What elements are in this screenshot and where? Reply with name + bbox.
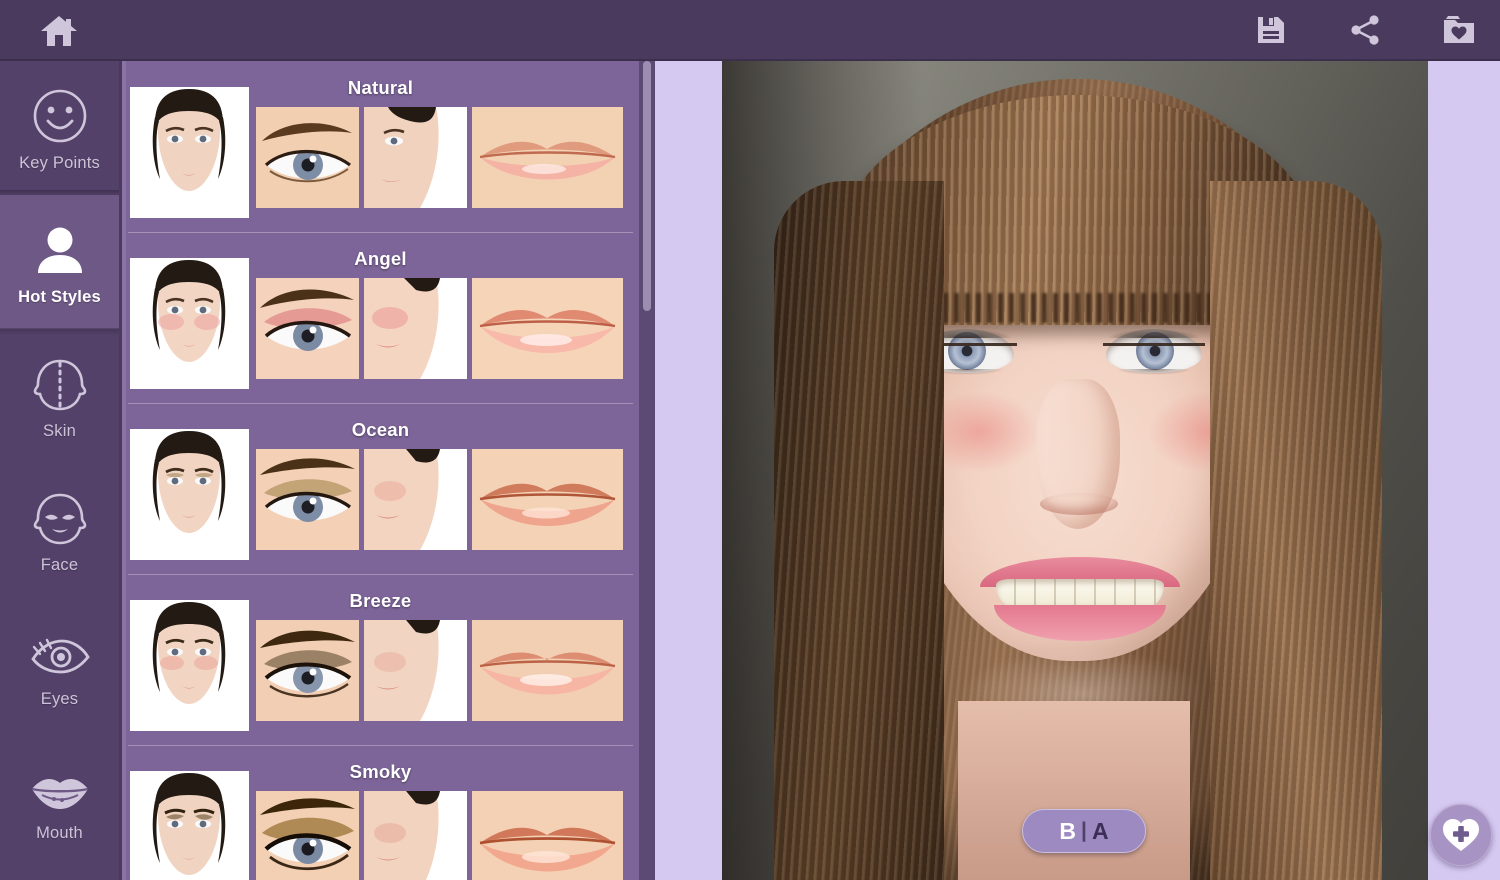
app-root: Key Points Hot Styles Skin Face Eyes Mou… bbox=[0, 0, 1500, 880]
thumbnail-lips-closeup[interactable] bbox=[472, 620, 623, 721]
thumbnail-full-face[interactable] bbox=[130, 87, 249, 218]
hot-styles-scroll-container[interactable]: Natural Angel Ocean Breeze Smoky bbox=[122, 61, 655, 880]
mouth bbox=[980, 557, 1180, 641]
before-after-separator: | bbox=[1081, 819, 1087, 842]
folder-heart-icon bbox=[1444, 16, 1474, 43]
before-label: B bbox=[1059, 817, 1077, 844]
thumbnail-eye-closeup[interactable] bbox=[256, 791, 359, 880]
head-dashed-line-icon bbox=[30, 351, 90, 413]
preview-area: B | A bbox=[655, 61, 1500, 880]
thumbnail-eye-closeup[interactable] bbox=[256, 620, 359, 721]
save-floppy-icon bbox=[1258, 17, 1284, 43]
sidebar-item-skin[interactable]: Skin bbox=[0, 329, 119, 463]
row-divider bbox=[128, 232, 633, 233]
thumbnail-full-face[interactable] bbox=[130, 771, 249, 880]
share-button[interactable] bbox=[1342, 6, 1388, 54]
thumbnail-eye-closeup[interactable] bbox=[256, 449, 359, 550]
after-label: A bbox=[1091, 817, 1109, 844]
sidebar-item-label: Skin bbox=[43, 422, 76, 440]
sidebar-item-label: Key Points bbox=[19, 154, 100, 172]
left-sidebar: Key Points Hot Styles Skin Face Eyes Mou… bbox=[0, 61, 119, 880]
sidebar-item-key-points[interactable]: Key Points bbox=[0, 61, 119, 195]
scrollbar-thumb[interactable] bbox=[643, 61, 651, 311]
style-row[interactable]: Natural bbox=[122, 61, 655, 232]
save-button[interactable] bbox=[1248, 6, 1294, 54]
sidebar-item-label: Mouth bbox=[36, 824, 83, 842]
heart-plus-icon bbox=[1443, 819, 1479, 851]
nostrils bbox=[1040, 493, 1118, 515]
thumbnail-cheek-profile[interactable] bbox=[364, 620, 467, 721]
thumbnail-cheek-profile[interactable] bbox=[364, 449, 467, 550]
style-thumbnails bbox=[130, 429, 623, 560]
sidebar-item-label: Eyes bbox=[40, 690, 79, 708]
thumbnail-cheek-profile[interactable] bbox=[364, 278, 467, 379]
thumbnail-lips-closeup[interactable] bbox=[472, 449, 623, 550]
thumbnail-full-face[interactable] bbox=[130, 429, 249, 560]
row-divider bbox=[128, 574, 633, 575]
styles-list-scrollbar[interactable] bbox=[639, 61, 655, 880]
portrait-photo[interactable] bbox=[722, 61, 1428, 880]
sidebar-item-hot-styles[interactable]: Hot Styles bbox=[0, 190, 119, 335]
eye-right bbox=[1100, 320, 1208, 377]
thumbnail-eye-closeup[interactable] bbox=[256, 107, 359, 208]
hot-styles-list-panel: Natural Angel Ocean Breeze Smoky bbox=[122, 61, 655, 880]
thumbnail-full-face[interactable] bbox=[130, 600, 249, 731]
style-thumbnails bbox=[130, 258, 623, 389]
thumbnail-eye-closeup[interactable] bbox=[256, 278, 359, 379]
style-thumbnails bbox=[130, 87, 623, 218]
my-styles-button[interactable] bbox=[1436, 6, 1482, 54]
home-button[interactable] bbox=[30, 8, 88, 54]
style-row[interactable]: Smoky bbox=[122, 745, 655, 880]
style-row[interactable]: Ocean bbox=[122, 403, 655, 574]
smiley-face-icon bbox=[31, 83, 89, 145]
home-icon bbox=[41, 16, 77, 46]
person-silhouette-icon bbox=[31, 217, 89, 279]
hair-front-left bbox=[774, 181, 944, 880]
style-row[interactable]: Breeze bbox=[122, 574, 655, 745]
thumbnail-lips-closeup[interactable] bbox=[472, 791, 623, 880]
top-toolbar bbox=[0, 0, 1500, 61]
add-to-favorites-button[interactable] bbox=[1430, 804, 1492, 866]
thumbnail-lips-closeup[interactable] bbox=[472, 278, 623, 379]
eye-icon bbox=[28, 619, 92, 681]
toolbar-actions bbox=[1248, 6, 1482, 54]
lower-eyelid bbox=[1112, 369, 1196, 377]
hair-strands-left bbox=[774, 181, 944, 880]
lips-icon bbox=[28, 753, 92, 815]
thumbnail-cheek-profile[interactable] bbox=[364, 107, 467, 208]
thumbnail-full-face[interactable] bbox=[130, 258, 249, 389]
eyelashes bbox=[1100, 326, 1208, 338]
style-thumbnails bbox=[130, 771, 623, 880]
row-divider bbox=[128, 745, 633, 746]
face-outline-icon bbox=[30, 485, 90, 547]
sidebar-item-mouth[interactable]: Mouth bbox=[0, 731, 119, 865]
neck bbox=[958, 701, 1190, 880]
lower-lip bbox=[994, 605, 1166, 641]
row-divider bbox=[128, 403, 633, 404]
sidebar-item-face[interactable]: Face bbox=[0, 463, 119, 597]
thumbnail-lips-closeup[interactable] bbox=[472, 107, 623, 208]
before-after-toggle[interactable]: B | A bbox=[1022, 809, 1146, 853]
style-thumbnails bbox=[130, 600, 623, 731]
sidebar-item-eyes[interactable]: Eyes bbox=[0, 597, 119, 731]
sidebar-item-label: Face bbox=[40, 556, 79, 574]
thumbnail-cheek-profile[interactable] bbox=[364, 791, 467, 880]
hair-front-right bbox=[1210, 181, 1382, 880]
sidebar-item-label: Hot Styles bbox=[18, 288, 101, 306]
style-row[interactable]: Angel bbox=[122, 232, 655, 403]
hair-strands-right bbox=[1210, 181, 1382, 880]
share-icon bbox=[1351, 15, 1379, 45]
